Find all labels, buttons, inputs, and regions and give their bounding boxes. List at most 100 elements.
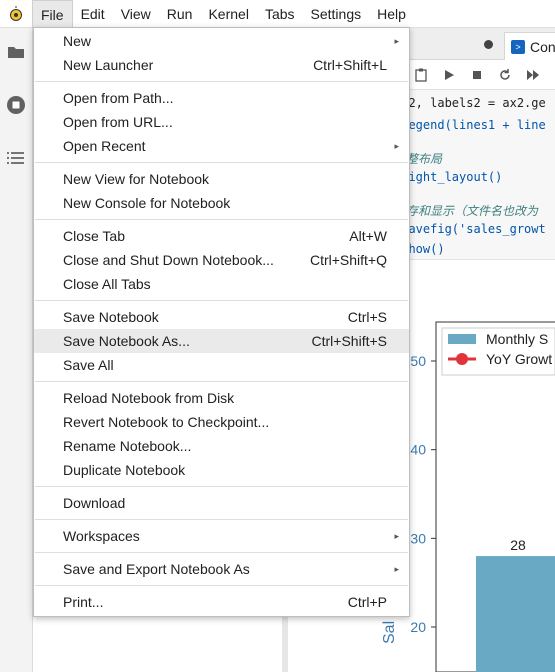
menu-item-label: Save Notebook <box>63 309 159 325</box>
jupyter-logo-icon <box>0 0 32 28</box>
menu-item-new-console-for-notebook[interactable]: New Console for Notebook <box>34 191 409 215</box>
menu-separator <box>35 486 408 487</box>
menu-item-open-from-path[interactable]: Open from Path... <box>34 86 409 110</box>
menu-item-label: Save Notebook As... <box>63 333 190 349</box>
menu-item-label: Reload Notebook from Disk <box>63 390 235 406</box>
menu-item-shortcut: Ctrl+Shift+Q <box>309 252 387 268</box>
tab-console-label: Con <box>530 38 555 55</box>
menu-separator <box>35 81 408 82</box>
y-axis-label: Sal <box>381 621 398 644</box>
menu-item-label: Open from Path... <box>63 90 174 106</box>
stop-icon[interactable] <box>470 68 484 82</box>
menu-item-shortcut: Ctrl+S <box>347 309 387 325</box>
submenu-arrow-icon: ▸ <box>394 36 399 46</box>
menu-kernel[interactable]: Kernel <box>200 0 256 28</box>
menu-settings[interactable]: Settings <box>303 0 370 28</box>
menu-item-new-view-for-notebook[interactable]: New View for Notebook <box>34 167 409 191</box>
menu-item-shortcut: Ctrl+Shift+S <box>311 333 387 349</box>
menu-tabs[interactable]: Tabs <box>257 0 303 28</box>
menu-item-save-all[interactable]: Save All <box>34 353 409 377</box>
folder-icon[interactable] <box>6 42 26 62</box>
code-line-1: es2, labels2 = ax2.ge <box>394 96 546 110</box>
menu-item-download[interactable]: Download <box>34 491 409 515</box>
menu-item-label: Open Recent <box>63 138 146 154</box>
menu-item-new-launcher[interactable]: New Launcher Ctrl+Shift+L <box>34 53 409 77</box>
menu-item-shortcut: Ctrl+Shift+L <box>313 57 387 73</box>
menu-item-print[interactable]: Print... Ctrl+P <box>34 590 409 614</box>
menu-item-close-all-tabs[interactable]: Close All Tabs <box>34 272 409 296</box>
menu-item-label: Close and Shut Down Notebook... <box>63 252 274 268</box>
menu-item-label: Close Tab <box>63 228 126 244</box>
table-of-contents-icon[interactable] <box>6 148 26 168</box>
submenu-arrow-icon: ▸ <box>394 531 399 541</box>
code-line-2: .legend(lines1 + line <box>394 118 546 132</box>
menu-item-revert-notebook-to-checkpoint[interactable]: Revert Notebook to Checkpoint... <box>34 410 409 434</box>
menu-separator <box>35 585 408 586</box>
clipboard-icon[interactable] <box>414 68 428 82</box>
legend-bar-swatch <box>448 334 476 344</box>
menu-separator <box>35 219 408 220</box>
menu-item-label: Rename Notebook... <box>63 438 192 454</box>
menu-item-label: Workspaces <box>63 528 140 544</box>
menu-edit[interactable]: Edit <box>73 0 113 28</box>
menu-item-label: Open from URL... <box>63 114 173 130</box>
legend-line-marker <box>456 353 468 365</box>
menu-item-rename-notebook[interactable]: Rename Notebook... <box>34 434 409 458</box>
menu-item-label: Save All <box>63 357 114 373</box>
menu-item-shortcut: Ctrl+P <box>347 594 387 610</box>
run-icon[interactable] <box>442 68 456 82</box>
legend-label-monthly: Monthly S <box>486 331 548 347</box>
menu-item-label: Close All Tabs <box>63 276 151 292</box>
restart-icon[interactable] <box>498 68 512 82</box>
code-line-5: 保存和显示（文件名也改为 <box>394 204 539 218</box>
y-tick-label: 50 <box>410 353 426 369</box>
menu-view[interactable]: View <box>113 0 159 28</box>
menu-item-label: New Launcher <box>63 57 154 73</box>
menu-item-reload-notebook-from-disk[interactable]: Reload Notebook from Disk <box>34 386 409 410</box>
legend-label-yoy: YoY Growt <box>486 351 552 367</box>
fast-forward-icon[interactable] <box>526 68 540 82</box>
menu-item-open-from-url[interactable]: Open from URL... <box>34 110 409 134</box>
menu-file[interactable]: File <box>32 0 73 28</box>
running-stop-icon[interactable] <box>6 95 26 115</box>
menu-separator <box>35 300 408 301</box>
menu-item-open-recent[interactable]: Open Recent ▸ <box>34 134 409 158</box>
menu-separator <box>35 519 408 520</box>
menu-item-label: Download <box>63 495 126 511</box>
tab-console[interactable]: > Con <box>504 32 555 60</box>
menu-run[interactable]: Run <box>159 0 201 28</box>
bar <box>476 556 555 672</box>
menu-help[interactable]: Help <box>369 0 414 28</box>
submenu-arrow-icon: ▸ <box>394 141 399 151</box>
menu-item-label: New Console for Notebook <box>63 195 231 211</box>
menu-item-save-and-export-notebook-as[interactable]: Save and Export Notebook As ▸ <box>34 557 409 581</box>
menu-separator <box>35 381 408 382</box>
menu-item-workspaces[interactable]: Workspaces ▸ <box>34 524 409 548</box>
menu-separator <box>35 162 408 163</box>
menu-item-close-tab[interactable]: Close Tab Alt+W <box>34 224 409 248</box>
menu-item-label: New <box>63 33 92 49</box>
menu-item-duplicate-notebook[interactable]: Duplicate Notebook <box>34 458 409 482</box>
left-sidebar <box>0 28 33 672</box>
y-tick-label: 40 <box>410 442 426 458</box>
menu-item-shortcut: Alt+W <box>349 228 387 244</box>
console-icon: > <box>511 39 525 54</box>
menu-item-label: Duplicate Notebook <box>63 462 186 478</box>
menu-item-label: Print... <box>63 594 104 610</box>
unsaved-dot-icon[interactable] <box>484 40 493 49</box>
bar-value-label: 28 <box>510 537 526 553</box>
menu-item-close-and-shut-down-notebook[interactable]: Close and Shut Down Notebook... Ctrl+Shif… <box>34 248 409 272</box>
menu-item-label: Revert Notebook to Checkpoint... <box>63 414 270 430</box>
menu-item-save-notebook-as[interactable]: Save Notebook As... Ctrl+Shift+S <box>34 329 409 353</box>
menu-item-save-notebook[interactable]: Save Notebook Ctrl+S <box>34 305 409 329</box>
menu-item-new[interactable]: New ▸ <box>34 29 409 53</box>
submenu-arrow-icon: ▸ <box>394 564 399 574</box>
menu-item-label: Save and Export Notebook As <box>63 561 250 577</box>
code-line-6: .savefig('sales_growt <box>394 222 546 236</box>
top-menubar: File Edit View Run Kernel Tabs Settings … <box>0 0 555 28</box>
file-menu-dropdown: New ▸ New Launcher Ctrl+Shift+L Open from Pa… <box>33 27 410 617</box>
y-tick-label: 20 <box>410 619 426 635</box>
menu-separator <box>35 552 408 553</box>
menu-item-label: New View for Notebook <box>63 171 210 187</box>
code-line-4: .tight_layout() <box>394 170 503 184</box>
